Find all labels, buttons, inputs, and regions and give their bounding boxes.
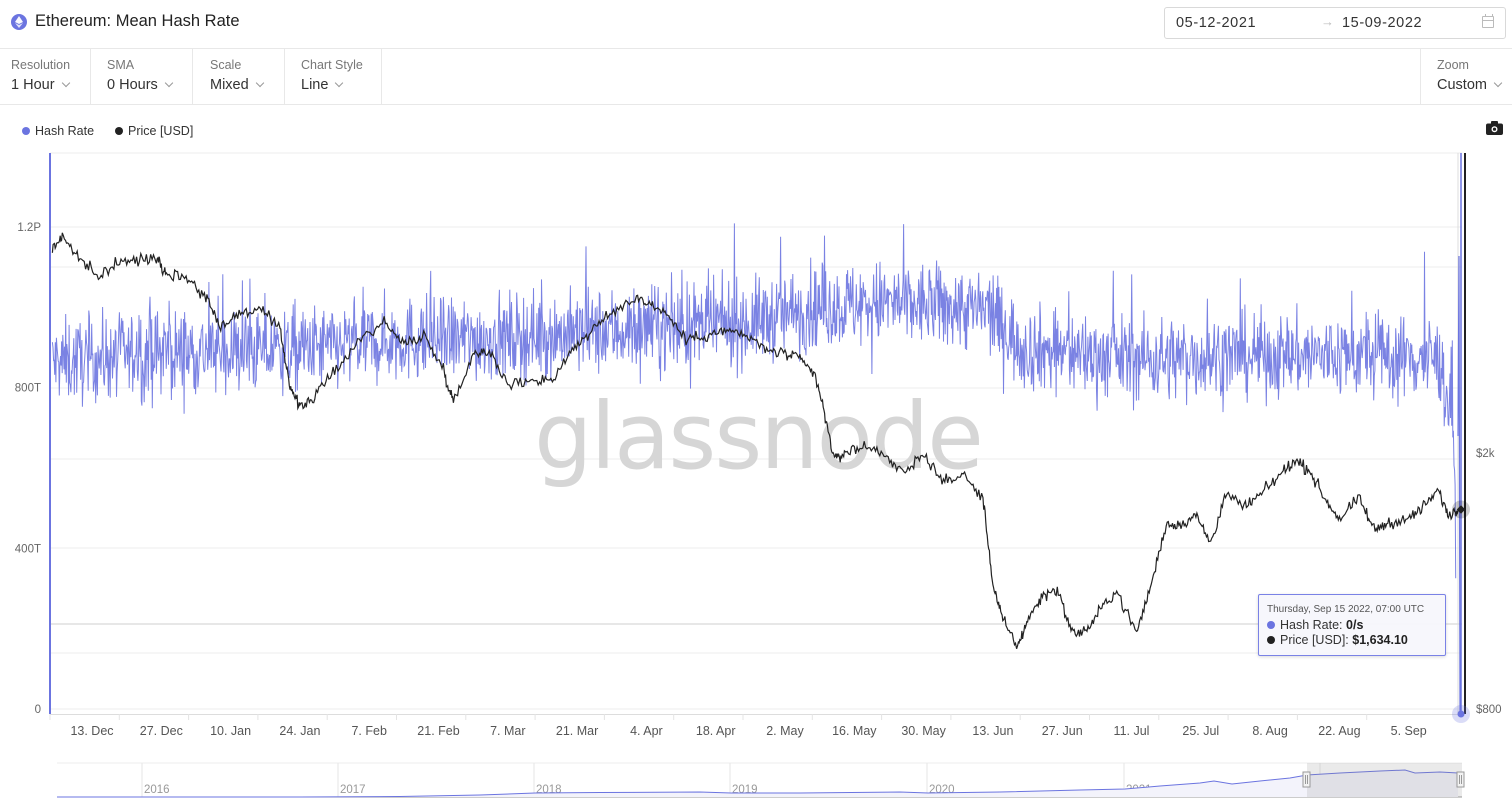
x-tick-label: 21. Mar: [556, 724, 598, 738]
tooltip-hash-row: Hash Rate: 0/s: [1267, 618, 1363, 632]
x-tick-label: 25. Jul: [1182, 724, 1219, 738]
tooltip-price-label: Price [USD]:: [1280, 633, 1353, 647]
tooltip-date: Thursday, Sep 15 2022, 07:00 UTC: [1267, 604, 1425, 615]
watermark: glassnode: [534, 383, 982, 490]
y-left-tick-label: 400T: [15, 543, 41, 555]
x-tick-label: 13. Dec: [70, 724, 113, 738]
x-tick-label: 22. Aug: [1318, 724, 1360, 738]
navigator-handle-left[interactable]: [1302, 771, 1311, 788]
tooltip-hash-label: Hash Rate:: [1280, 618, 1347, 632]
x-tick-label: 5. Sep: [1391, 724, 1427, 738]
navigator-handle-right[interactable]: [1456, 771, 1465, 788]
navigator-selection: [1307, 763, 1462, 797]
y-left-tick-label: 0: [35, 704, 41, 716]
tooltip-price-row: Price [USD]: $1,634.10: [1267, 633, 1408, 647]
x-axis: 13. Dec 27. Dec 10. Jan 24. Jan 7. Feb 21. Fe…: [49, 714, 1427, 738]
x-tick-label: 13. Jun: [972, 724, 1013, 738]
navigator: 2016201720182019202020212022: [57, 762, 1465, 798]
x-tick-label: 21. Feb: [417, 724, 459, 738]
x-tick-label: 2. May: [766, 724, 804, 738]
x-tick-label: 7. Feb: [351, 724, 386, 738]
tooltip-price-value: $1,634.10: [1352, 633, 1408, 647]
x-tick-label: 7. Mar: [490, 724, 525, 738]
x-tick-label: 27. Jun: [1042, 724, 1083, 738]
x-tick-label: 27. Dec: [140, 724, 183, 738]
tooltip: Thursday, Sep 15 2022, 07:00 UTC Hash Ra…: [1258, 594, 1446, 656]
navigator-year-label: 2017: [340, 784, 366, 796]
tooltip-dot: [1267, 636, 1275, 644]
y-left-tick-label: 1.2P: [17, 222, 41, 234]
x-tick-label: 16. May: [832, 724, 877, 738]
chart-canvas[interactable]: glassnode 0 400T 800T 1.2P $800 $2k 13. Dec 2…: [0, 0, 1512, 810]
navigator-year-label: 2016: [144, 784, 170, 796]
x-tick-label: 18. Apr: [696, 724, 736, 738]
crosshair: [1452, 153, 1470, 723]
y-axis-right: $800 $2k: [1476, 448, 1502, 716]
hash-hover-marker: [1457, 710, 1465, 718]
x-tick-label: 24. Jan: [279, 724, 320, 738]
y-right-tick-label: $2k: [1476, 448, 1495, 460]
tooltip-hash-value: 0/s: [1346, 618, 1364, 632]
tooltip-dot: [1267, 621, 1275, 629]
x-tick-label: 10. Jan: [210, 724, 251, 738]
x-tick-label: 11. Jul: [1114, 724, 1150, 738]
y-axis-left: 0 400T 800T 1.2P: [15, 222, 42, 716]
x-tick-label: 4. Apr: [630, 724, 663, 738]
x-tick-label: 8. Aug: [1252, 724, 1287, 738]
y-left-tick-label: 800T: [15, 383, 41, 395]
x-tick-label: 30. May: [901, 724, 946, 738]
y-right-tick-label: $800: [1476, 704, 1502, 716]
